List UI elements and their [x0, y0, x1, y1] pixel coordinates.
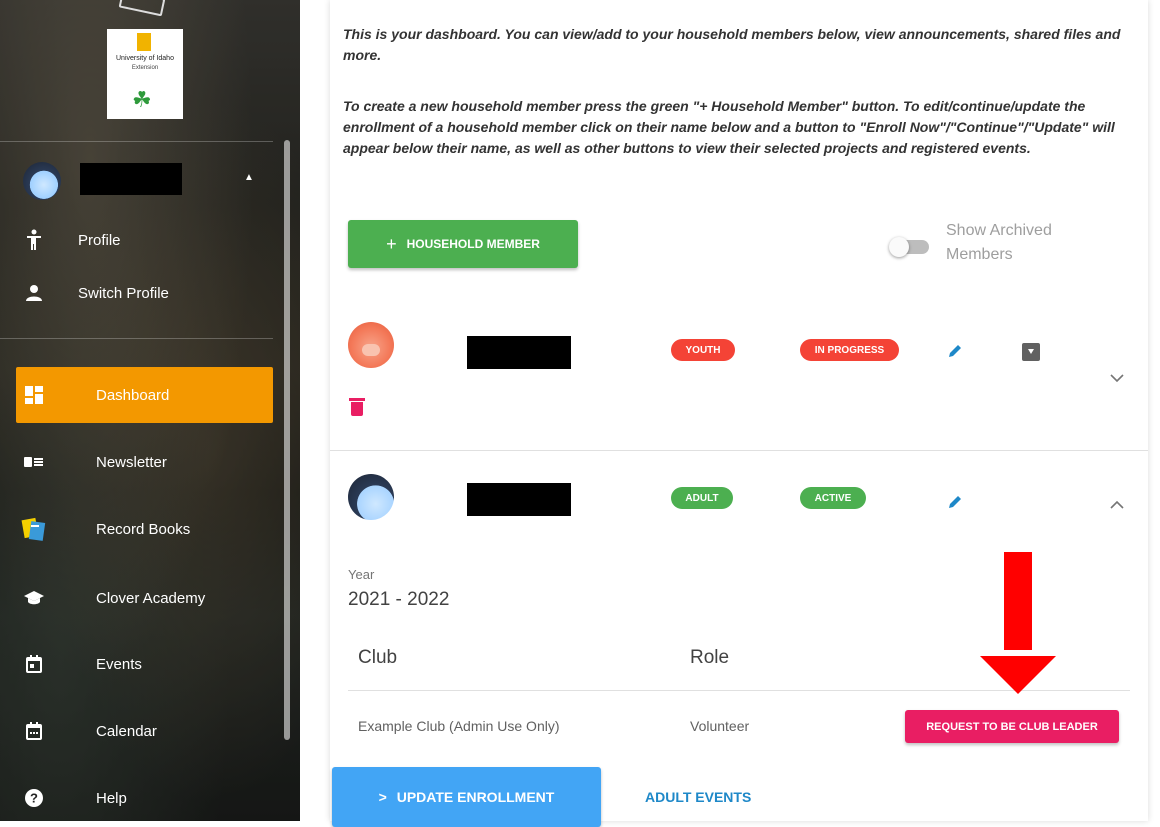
update-enrollment-label: UPDATE ENROLLMENT [396, 789, 555, 805]
member-avatar [348, 322, 394, 368]
sidebar-item-label: Profile [78, 231, 121, 249]
add-household-member-button[interactable]: + HOUSEHOLD MEMBER [348, 220, 578, 268]
clover-icon: ☘ [132, 87, 152, 112]
newsletter-icon [16, 455, 52, 469]
logo-line1: University of Idaho [116, 55, 174, 62]
sidebar-item-dashboard[interactable]: Dashboard [16, 367, 273, 423]
sidebar-item-newsletter[interactable]: Newsletter [16, 434, 273, 490]
member-status-badge: IN PROGRESS [800, 339, 899, 361]
sidebar-divider [0, 141, 273, 142]
sidebar-scrollbar[interactable] [284, 140, 290, 740]
delete-trash-icon[interactable] [349, 398, 365, 416]
record-books-icon [16, 516, 52, 542]
chevron-up-icon[interactable] [1110, 497, 1124, 515]
event-icon [16, 655, 52, 673]
dashboard-instructions-text: To create a new household member press t… [343, 98, 1115, 156]
chevron-right-icon: > [378, 789, 387, 805]
request-club-leader-button[interactable]: REQUEST TO BE CLUB LEADER [905, 710, 1119, 743]
member-name-redacted[interactable] [467, 483, 571, 516]
user-avatar[interactable] [23, 162, 61, 200]
club-name-cell: Example Club (Admin Use Only) [358, 718, 560, 734]
edit-pencil-icon[interactable] [947, 494, 963, 515]
column-header-club: Club [358, 647, 398, 668]
graduation-cap-icon [16, 590, 52, 606]
member-type-badge: ADULT [671, 487, 733, 509]
column-header-role: Role [690, 647, 730, 668]
university-mark-icon [137, 33, 151, 51]
person-walking-icon [16, 229, 52, 251]
sidebar-item-events[interactable]: Events [16, 636, 273, 692]
sidebar-item-label: Dashboard [96, 386, 170, 404]
household-member-row[interactable] [330, 305, 1148, 451]
sidebar-item-record-books[interactable]: Record Books [16, 501, 273, 557]
sidebar-divider [0, 338, 273, 339]
show-archived-toggle[interactable] [889, 237, 929, 257]
caret-up-icon[interactable]: ▲ [244, 172, 254, 183]
update-enrollment-button[interactable]: > UPDATE ENROLLMENT [332, 767, 601, 827]
sidebar-item-clover-academy[interactable]: Clover Academy [16, 570, 273, 626]
sidebar-item-label: Record Books [96, 520, 191, 538]
add-household-member-label: HOUSEHOLD MEMBER [406, 237, 540, 251]
sidebar-item-label: Switch Profile [78, 284, 169, 302]
member-status-badge: ACTIVE [800, 487, 866, 509]
member-avatar [348, 474, 394, 520]
annotation-arrow-icon [980, 552, 1056, 694]
pig-snout [362, 344, 380, 356]
sidebar-item-help[interactable]: ? Help [16, 770, 273, 821]
calendar-icon [16, 722, 52, 740]
toggle-knob[interactable] [889, 237, 909, 257]
year-label: Year [348, 567, 375, 582]
member-name-redacted[interactable] [467, 336, 571, 369]
user-name-redacted [80, 163, 182, 195]
adult-events-link[interactable]: ADULT EVENTS [645, 789, 751, 805]
show-archived-label: Show Archived Members [946, 222, 1052, 263]
trash-body [351, 402, 363, 416]
dashboard-intro-text: This is your dashboard. You can view/add… [343, 26, 1121, 63]
edit-pencil-icon[interactable] [947, 343, 963, 364]
plus-icon: + [386, 233, 397, 254]
sidebar-item-label: Calendar [96, 722, 157, 740]
logo-line2: Extension [131, 65, 159, 71]
svg-text:?: ? [30, 791, 38, 806]
sidebar-item-switch-profile[interactable]: Switch Profile [16, 265, 273, 321]
role-cell: Volunteer [690, 718, 750, 734]
chevron-down-icon[interactable] [1110, 370, 1124, 388]
trash-lid [349, 398, 365, 401]
sidebar-item-label: Events [96, 655, 142, 673]
university-logo: University of Idaho Extension ☘ [107, 29, 183, 119]
person-icon [16, 284, 52, 302]
sidebar: University of Idaho Extension ☘ ▲ Profil… [0, 0, 300, 821]
help-icon: ? [16, 789, 52, 807]
sidebar-item-calendar[interactable]: Calendar [16, 703, 273, 759]
sidebar-item-label: Clover Academy [96, 589, 206, 607]
sidebar-item-label: Help [96, 789, 127, 807]
sidebar-item-label: Newsletter [96, 453, 167, 471]
sidebar-item-profile[interactable]: Profile [16, 212, 273, 268]
member-type-badge: YOUTH [671, 339, 735, 361]
year-value: 2021 - 2022 [348, 589, 450, 610]
dashboard-icon [16, 386, 52, 404]
archive-icon[interactable] [1022, 343, 1040, 361]
